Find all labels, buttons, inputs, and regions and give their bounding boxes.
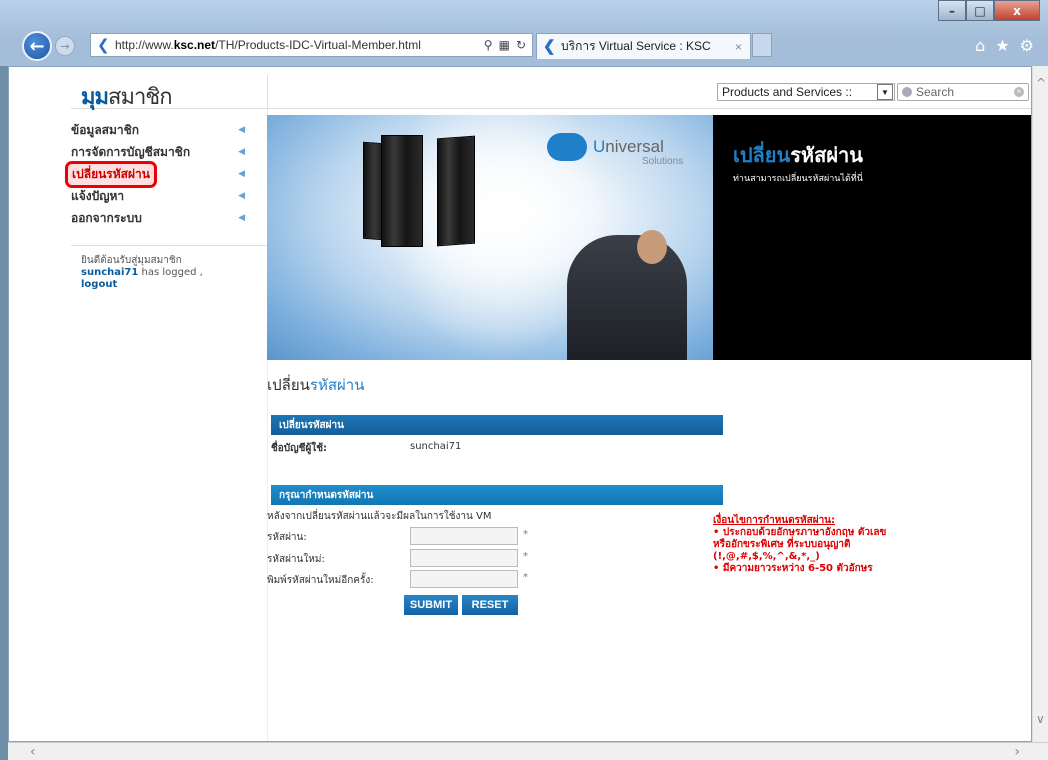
rule-item: หรืออักขระพิเศษ ที่ระบบอนุญาติ xyxy=(713,539,851,550)
sidebar-separator xyxy=(71,245,267,246)
account-label: ชื่อบัญชีผู้ใช้: xyxy=(271,443,327,454)
chevron-down-icon[interactable]: ▼ xyxy=(877,84,893,100)
welcome-text: ยินดีต้อนรับสู่มุมสมาชิก xyxy=(81,255,182,266)
horizontal-scrollbar[interactable]: ‹ › xyxy=(8,742,1048,760)
banner: Universal Solutions เปลี่ยนรหัสผ่าน ท่าน… xyxy=(267,115,1031,360)
rule-item: (!,@,#,$,%,^,&,*,_) xyxy=(713,551,820,562)
confirm-password-label: พิมพ์รหัสผ่านใหม่อีกครั้ง: xyxy=(267,575,374,586)
page-title: เปลี่ยนรหัสผ่าน xyxy=(267,376,365,394)
chevron-left-icon: ◀ xyxy=(238,147,245,157)
banner-subtitle: ท่านสามารถเปลี่ยนรหัสผ่านได้ที่นี่ xyxy=(733,174,863,184)
back-arrow-icon[interactable]: ← xyxy=(22,31,52,61)
required-mark: * xyxy=(523,551,528,562)
server-rack-image xyxy=(437,135,475,247)
gear-icon[interactable]: ⚙ xyxy=(1020,36,1034,55)
required-mark: * xyxy=(523,529,528,540)
search-icon xyxy=(902,87,912,97)
new-password-field[interactable] xyxy=(410,549,518,567)
banner-image: Universal Solutions xyxy=(267,115,713,360)
vertical-scrollbar[interactable]: ^ ∨ xyxy=(1032,66,1048,742)
compat-view-icon[interactable]: ▦ xyxy=(499,38,510,52)
submit-button[interactable]: SUBMIT xyxy=(404,595,458,615)
minimize-button[interactable]: – xyxy=(938,0,966,21)
home-icon[interactable]: ⌂ xyxy=(975,36,985,55)
brand-tagline: Solutions xyxy=(642,156,684,167)
current-password-label: รหัสผ่าน: xyxy=(267,532,307,543)
chevron-left-icon: ◀ xyxy=(238,213,245,223)
account-box-header: เปลี่ยนรหัสผ่าน xyxy=(271,415,723,435)
account-value: sunchai71 xyxy=(410,441,462,452)
member-sidebar: ข้อมูลสมาชิก ◀ การจัดการบัญชีสมาชิก ◀ เป… xyxy=(65,119,251,229)
tab-title: บริการ Virtual Service : KSC xyxy=(561,39,711,53)
address-bar[interactable]: ❮ http://www.ksc.net/TH/Products-IDC-Vir… xyxy=(90,33,533,57)
logged-text: has logged , xyxy=(138,267,203,278)
site-logo[interactable]: มุมสมาชิก xyxy=(81,79,173,114)
required-mark: * xyxy=(523,572,528,583)
confirm-password-field[interactable] xyxy=(410,570,518,588)
browser-tab[interactable]: ❮ บริการ Virtual Service : KSC × xyxy=(536,33,751,59)
clear-icon[interactable]: × xyxy=(1014,87,1024,97)
brand-name: Universal xyxy=(593,137,664,156)
sidebar-item-account-management[interactable]: การจัดการบัญชีสมาชิก ◀ xyxy=(71,141,251,163)
new-password-label: รหัสผ่านใหม่: xyxy=(267,554,325,565)
banner-title: เปลี่ยนรหัสผ่าน xyxy=(733,143,863,167)
chevron-left-icon: ◀ xyxy=(238,125,245,135)
sidebar-item-member-info[interactable]: ข้อมูลสมาชิก ◀ xyxy=(71,119,251,141)
current-password-field[interactable] xyxy=(410,527,518,545)
chevron-left-icon[interactable]: ‹ xyxy=(30,744,36,760)
forward-arrow-icon[interactable]: → xyxy=(55,36,75,56)
search-input[interactable]: Search × xyxy=(897,83,1029,101)
password-note: หลังจากเปลี่ยนรหัสผ่านแล้วจะมีผลในการใช้… xyxy=(267,511,492,522)
close-window-button[interactable]: x xyxy=(994,0,1040,21)
chevron-right-icon[interactable]: › xyxy=(1014,744,1020,760)
cloud-logo-icon xyxy=(547,133,587,161)
logout-link[interactable]: logout xyxy=(81,279,203,291)
sidebar-item-logout[interactable]: ออกจากระบบ ◀ xyxy=(71,207,251,229)
page-viewport: มุมสมาชิก Products and Services :: ▼ Sea… xyxy=(8,66,1032,742)
maximize-button[interactable]: □ xyxy=(966,0,994,21)
url-text[interactable]: http://www.ksc.net/TH/Products-IDC-Virtu… xyxy=(115,38,421,52)
window-frame-left xyxy=(0,66,8,760)
chevron-left-icon: ◀ xyxy=(238,191,245,201)
sidebar-item-report-problem[interactable]: แจ้งปัญหา ◀ xyxy=(71,185,251,207)
search-placeholder: Search xyxy=(916,85,955,99)
rule-item: • ประกอบด้วยอักษรภาษาอังกฤษ ตัวเลข xyxy=(713,527,887,538)
products-select[interactable]: Products and Services :: ▼ xyxy=(717,83,895,101)
tab-close-icon[interactable]: × xyxy=(735,40,742,54)
products-select-value: Products and Services :: xyxy=(722,85,853,99)
reset-button[interactable]: RESET xyxy=(462,595,518,615)
password-box-header: กรุณากำหนดรหัสผ่าน xyxy=(271,485,723,505)
window-controls: – □ x xyxy=(938,0,1040,21)
rule-item: • มีความยาวระหว่าง 6-50 ตัวอักษร xyxy=(713,563,873,574)
rules-title: เงื่อนไขการกำหนดรหัสผ่าน: xyxy=(713,515,836,526)
server-rack-image xyxy=(381,135,423,247)
tab-favicon-icon: ❮ xyxy=(543,37,556,55)
new-tab-button[interactable] xyxy=(752,33,772,57)
search-icon[interactable]: ⚲ xyxy=(484,38,493,52)
welcome-block: ยินดีต้อนรับสู่มุมสมาชิก sunchai71 has l… xyxy=(81,255,203,291)
username: sunchai71 xyxy=(81,267,139,278)
chevron-down-icon[interactable]: ∨ xyxy=(1036,712,1045,726)
chevron-left-icon: ◀ xyxy=(238,169,245,179)
banner-text-panel: เปลี่ยนรหัสผ่าน ท่านสามารถเปลี่ยนรหัสผ่า… xyxy=(713,115,1031,360)
site-favicon-icon: ❮ xyxy=(97,36,110,54)
refresh-icon[interactable]: ↻ xyxy=(516,38,526,52)
star-icon[interactable]: ★ xyxy=(995,36,1009,55)
businessman-image xyxy=(567,235,687,360)
chevron-up-icon[interactable]: ^ xyxy=(1036,76,1046,90)
password-rules: เงื่อนไขการกำหนดรหัสผ่าน: • ประกอบด้วยอั… xyxy=(713,515,886,575)
sidebar-item-change-password[interactable]: เปลี่ยนรหัสผ่าน ◀ xyxy=(65,160,251,188)
